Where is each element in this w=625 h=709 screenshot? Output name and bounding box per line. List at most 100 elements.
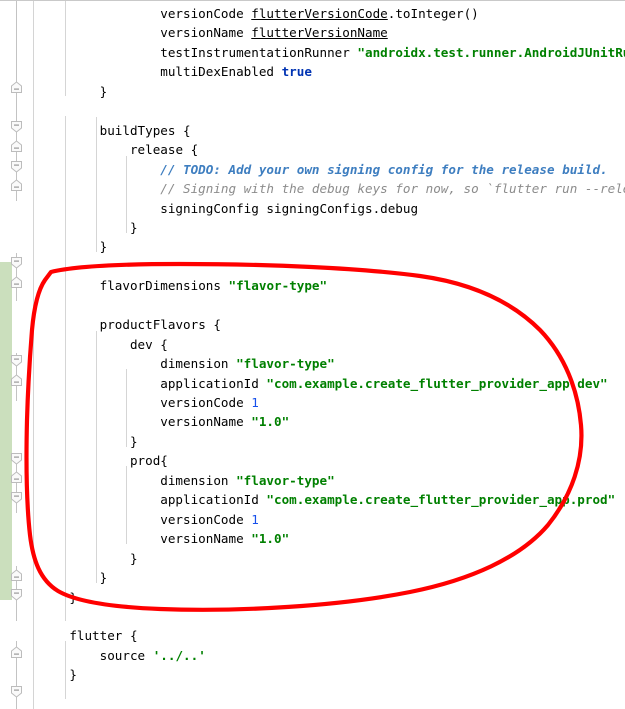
code-token-plain: applicationId	[160, 375, 267, 391]
code-token-plain: versionName	[160, 531, 252, 547]
code-line[interactable]	[39, 296, 47, 315]
code-line[interactable]: multiDexEnabled true	[160, 62, 312, 81]
code-line[interactable]	[39, 101, 47, 120]
code-token-plain: applicationId	[160, 492, 267, 508]
code-token-plain: dimension	[160, 472, 237, 488]
code-line[interactable]: buildTypes {	[100, 121, 191, 140]
code-token-plain: }	[129, 433, 138, 449]
code-token-plain: flavorDimensions	[99, 278, 229, 294]
code-editor-screenshot: versionCode flutterVersionCode.toInteger…	[0, 0, 625, 709]
fold-collapse-icon[interactable]	[10, 491, 23, 504]
indent-guide	[95, 117, 97, 252]
code-token-todo: // TODO: Add your own signing config for…	[160, 161, 608, 177]
code-line[interactable]: dev {	[130, 335, 168, 354]
code-line[interactable]: productFlavors {	[100, 315, 221, 334]
code-line[interactable]: }	[100, 237, 108, 256]
code-token-ident: flutterVersionCode	[251, 6, 388, 21]
fold-collapse-icon[interactable]	[10, 256, 23, 269]
code-token-plain: }	[69, 589, 77, 605]
indent-guide	[125, 156, 127, 233]
code-token-plain: versionCode	[160, 511, 252, 527]
fold-collapse-icon[interactable]	[10, 160, 23, 173]
code-line[interactable]: }	[130, 218, 138, 237]
fold-collapse-icon[interactable]	[10, 374, 23, 387]
code-line[interactable]: }	[130, 432, 138, 451]
code-line[interactable]: release {	[130, 140, 198, 159]
code-token-plain: versionName	[160, 25, 252, 41]
code-token-str: "com.example.create_flutter_provider_app…	[266, 492, 616, 508]
code-line[interactable]: dimension "flavor-type"	[160, 354, 334, 373]
code-token-plain: release {	[129, 142, 199, 158]
code-line[interactable]: // Signing with the debug keys for now, …	[160, 179, 625, 198]
code-token-plain: productFlavors {	[99, 317, 221, 333]
code-token-str: "flavor-type"	[228, 278, 328, 294]
code-line[interactable]: applicationId "com.example.create_flutte…	[160, 374, 607, 393]
code-token-plain: versionName	[160, 414, 252, 430]
indent-guide	[65, 116, 67, 621]
code-line[interactable]: }	[130, 549, 138, 568]
code-token-str: '../..'	[152, 647, 206, 663]
editor-gutter[interactable]	[0, 1, 34, 709]
code-token-plain: dimension	[160, 356, 237, 372]
code-content-area[interactable]: versionCode flutterVersionCode.toInteger…	[35, 1, 625, 709]
code-token-plain: }	[129, 550, 138, 566]
code-line[interactable]: versionName "1.0"	[160, 529, 289, 548]
code-line[interactable]	[39, 607, 47, 626]
code-line[interactable]: flavorDimensions "flavor-type"	[100, 276, 327, 295]
fold-collapse-icon[interactable]	[10, 354, 23, 367]
code-line[interactable]: // TODO: Add your own signing config for…	[160, 160, 607, 179]
indent-guide	[125, 369, 127, 447]
code-line[interactable]: flutter {	[69, 626, 137, 645]
fold-collapse-icon[interactable]	[10, 646, 23, 659]
code-line[interactable]: prod{	[130, 451, 168, 470]
code-line[interactable]: applicationId "com.example.create_flutte…	[160, 490, 615, 509]
code-line[interactable]: source '../..'	[100, 646, 206, 665]
code-line[interactable]: signingConfig signingConfigs.debug	[160, 199, 418, 218]
code-token-plain: versionCode	[160, 395, 252, 410]
code-token-plain: prod{	[129, 453, 168, 469]
code-line[interactable]: dimension "flavor-type"	[160, 471, 334, 490]
fold-collapse-icon[interactable]	[10, 471, 23, 484]
code-line[interactable]: testInstrumentationRunner "androidx.test…	[160, 43, 625, 62]
fold-collapse-icon[interactable]	[10, 685, 23, 698]
code-token-str: "flavor-type"	[236, 472, 335, 488]
code-line[interactable]: }	[69, 588, 77, 607]
code-line[interactable]: versionName flutterVersionName	[160, 23, 387, 42]
code-token-plain: .toInteger()	[387, 6, 479, 21]
code-token-num: 1	[251, 511, 259, 527]
indent-guide	[65, 641, 67, 699]
fold-collapse-icon[interactable]	[10, 452, 23, 465]
code-token-plain: }	[99, 83, 108, 99]
code-line[interactable]: }	[100, 82, 108, 101]
fold-collapse-icon[interactable]	[10, 276, 23, 289]
code-line[interactable]: }	[69, 665, 77, 684]
fold-collapse-icon[interactable]	[10, 588, 23, 601]
code-token-plain: buildTypes {	[99, 122, 191, 138]
code-line[interactable]: versionName "1.0"	[160, 412, 289, 431]
code-token-plain: testInstrumentationRunner	[160, 44, 358, 60]
code-token-str: "androidx.test.runner.AndroidJUnitRunner…	[357, 44, 625, 60]
code-token-num: 1	[251, 395, 259, 410]
code-token-str: "1.0"	[251, 531, 290, 547]
code-line[interactable]	[39, 257, 47, 276]
vcs-change-bar-added	[0, 262, 12, 600]
fold-collapse-icon[interactable]	[10, 569, 23, 582]
fold-collapse-icon[interactable]	[10, 179, 23, 192]
code-line[interactable]: versionCode flutterVersionCode.toInteger…	[160, 4, 478, 23]
code-token-str: "flavor-type"	[236, 356, 335, 372]
code-token-plain: dev {	[129, 336, 168, 352]
code-token-plain: }	[99, 239, 108, 255]
fold-collapse-icon[interactable]	[10, 81, 23, 94]
code-token-kw: true	[281, 64, 312, 80]
code-line[interactable]: versionCode 1	[160, 393, 259, 412]
code-token-plain: flutter {	[69, 628, 138, 644]
fold-collapse-icon[interactable]	[10, 120, 23, 133]
fold-collapse-icon[interactable]	[10, 140, 23, 153]
code-token-plain: }	[99, 570, 108, 586]
code-token-str: "com.example.create_flutter_provider_app…	[266, 375, 608, 391]
code-token-plain: }	[69, 667, 77, 683]
indent-guide	[65, 1, 67, 96]
code-token-plain: source	[99, 647, 153, 663]
code-line[interactable]: versionCode 1	[160, 510, 259, 529]
code-line[interactable]: }	[100, 568, 108, 587]
